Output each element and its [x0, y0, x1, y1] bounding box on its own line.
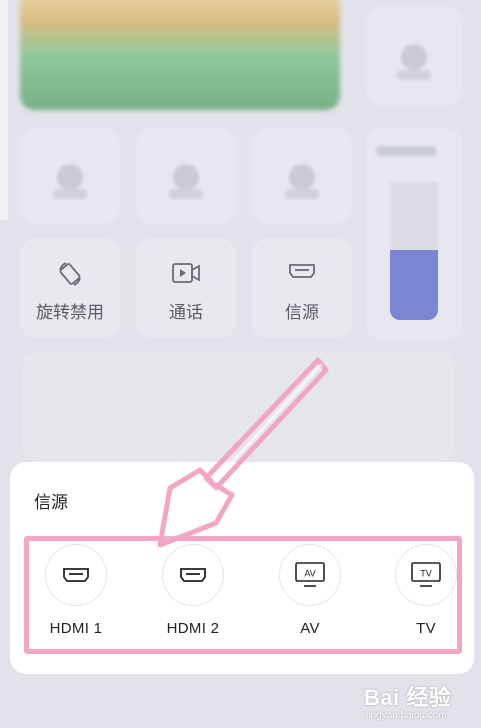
rotate-lock-icon — [56, 260, 84, 293]
source-option-hdmi1[interactable]: HDMI 1 — [26, 544, 126, 637]
blurred-tile — [252, 128, 352, 224]
hdmi-icon — [287, 260, 317, 287]
source-option-hdmi2[interactable]: HDMI 2 — [143, 544, 243, 637]
source-label: TV — [416, 620, 436, 637]
tile-rotation-lock[interactable]: 旋转禁用 — [20, 238, 120, 338]
hdmi-icon — [162, 544, 224, 606]
av-icon: AV — [279, 544, 341, 606]
source-selection-sheet: 信源 HDMI 1 HDMI 2 AV AV TV TV — [10, 462, 474, 674]
volume-fill — [390, 250, 438, 320]
blurred-banner-card — [20, 0, 340, 110]
watermark-url: jingyan.baidu.com — [366, 710, 447, 721]
tile-label: 旋转禁用 — [36, 303, 104, 322]
source-label: HDMI 2 — [166, 620, 220, 637]
volume-slider[interactable] — [366, 128, 462, 340]
tile-call[interactable]: 通话 — [136, 238, 236, 338]
source-option-tv[interactable]: TV TV — [376, 544, 476, 637]
watermark-brand: Bai 经验 — [364, 685, 452, 710]
tv-icon: TV — [395, 544, 457, 606]
sheet-title: 信源 — [34, 493, 68, 512]
baidu-jingyan-watermark: Bai 经验 jingyan.baidu.com — [360, 672, 481, 728]
video-call-icon — [171, 260, 201, 291]
background-edge — [0, 0, 8, 220]
hdmi-icon — [45, 544, 107, 606]
tile-label: 信源 — [285, 303, 319, 322]
source-label: HDMI 1 — [49, 620, 103, 637]
tile-label: 通话 — [169, 303, 203, 322]
tile-source[interactable]: 信源 — [252, 238, 352, 338]
svg-text:TV: TV — [420, 569, 432, 579]
svg-text:AV: AV — [304, 569, 315, 579]
blurred-tile — [136, 128, 236, 224]
source-option-av[interactable]: AV AV — [260, 544, 360, 637]
source-label: AV — [300, 620, 320, 637]
blurred-tile — [366, 6, 462, 106]
blurred-panel — [22, 352, 454, 462]
blurred-tile — [20, 128, 120, 224]
